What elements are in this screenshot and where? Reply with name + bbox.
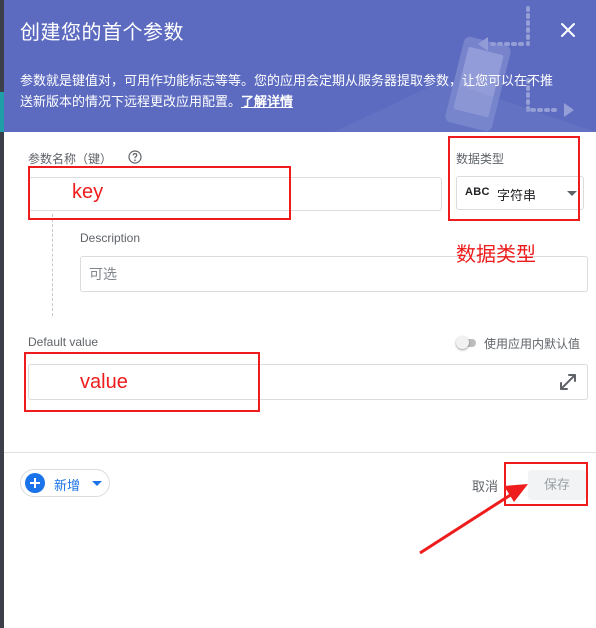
cancel-button[interactable]: 取消: [472, 476, 498, 495]
annotation-type-box: [448, 136, 580, 221]
description-label: Description: [80, 231, 141, 245]
add-icon: [25, 473, 45, 493]
close-icon: [561, 23, 575, 37]
dialog-title: 创建您的首个参数: [20, 22, 184, 44]
toggle-thumb: [456, 336, 469, 349]
annotation-key-text: key: [72, 181, 104, 203]
close-button[interactable]: [554, 16, 582, 44]
default-value-label: Default value: [28, 335, 99, 349]
in-app-default-label: 使用应用内默认值: [484, 337, 581, 351]
dialog-description: 参数就是键值对，可用作功能标志等等。您的应用会定期从服务器提取参数，让您可以在不…: [20, 70, 560, 112]
add-button[interactable]: 新增: [20, 469, 110, 497]
footer-divider: [4, 452, 596, 453]
annotation-value-text: value: [80, 371, 128, 393]
annotation-type-text: 数据类型: [456, 244, 536, 266]
learn-more-link[interactable]: 了解详情: [241, 94, 293, 109]
annotation-value-box: [24, 352, 260, 412]
param-name-label: 参数名称（键）: [28, 152, 113, 166]
annotation-key-box: [28, 166, 291, 220]
help-icon[interactable]: [128, 150, 142, 164]
tree-connector: [52, 214, 53, 316]
add-button-label: 新增: [54, 478, 81, 493]
annotation-save-box: [504, 462, 588, 506]
dialog-header: 创建您的首个参数 参数就是键值对，可用作功能标志等等。您的应用会定期从服务器提取…: [4, 0, 596, 132]
chevron-down-icon: [92, 481, 102, 486]
expand-icon[interactable]: [558, 372, 578, 392]
in-app-default-toggle[interactable]: [456, 336, 478, 350]
